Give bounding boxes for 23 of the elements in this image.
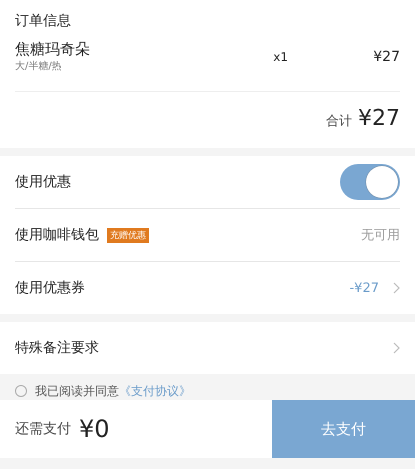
chevron-right-icon [393,282,400,294]
quantity: x1 [273,50,290,64]
agreement-checkbox[interactable] [15,385,27,397]
chevron-right-icon [393,342,400,354]
pay-button[interactable]: 去支付 [272,400,415,458]
toggle-switch[interactable] [340,164,400,200]
option-value: 无可用 [361,227,400,244]
option-label: 使用优惠 [15,173,71,191]
remarks-label[interactable]: 特殊备注要求 [15,339,99,357]
due-amount: ¥0 [79,415,110,443]
price: ¥27 [373,48,400,64]
due-label: 还需支付 [15,420,71,438]
option-label: 使用咖啡钱包 [15,226,99,244]
promo-tag: 充赠优惠 [107,228,149,242]
product-name: 焦糖玛奇朵 [15,40,90,59]
total-label: 合计 [326,113,352,130]
agreement-link[interactable]: 《支付协议》 [119,384,191,398]
option-label: 使用优惠券 [15,279,85,297]
product-options: 大/半糖/热 [15,59,90,73]
total-amount: ¥27 [358,106,400,131]
agreement-text: 我已阅读并同意《支付协议》 [35,382,191,400]
section-title: 订单信息 [15,12,72,30]
coupon-value[interactable]: -¥27 [349,280,379,296]
